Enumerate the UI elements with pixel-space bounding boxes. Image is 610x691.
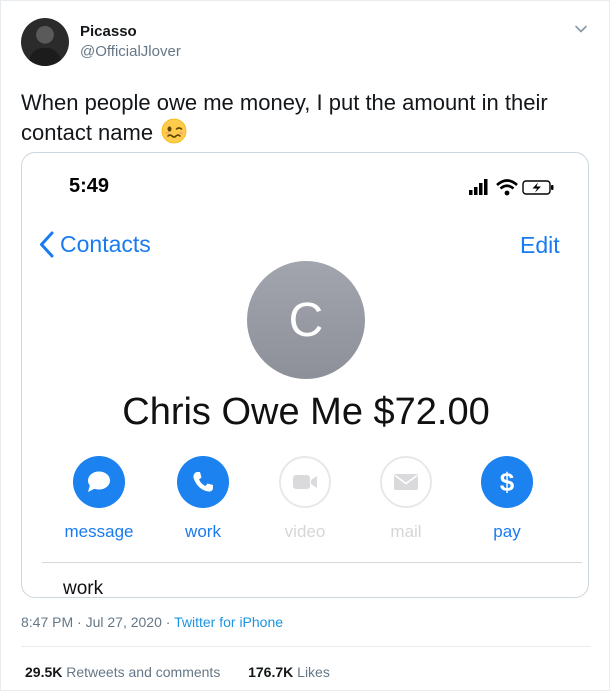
action-work-call[interactable]: work — [158, 456, 248, 542]
woozy-face-emoji-icon — [161, 118, 187, 144]
mail-envelope-icon — [380, 456, 432, 508]
video-camera-icon — [279, 456, 331, 508]
action-video: video — [260, 456, 350, 542]
action-pay[interactable]: $ pay — [462, 456, 552, 542]
author-avatar[interactable] — [21, 18, 69, 66]
action-mail: mail — [361, 456, 451, 542]
contact-name: Chris Owe Me $72.00 — [122, 391, 490, 433]
tweet-timestamp: 8:47 PM · Jul 27, 2020 · Twitter for iPh… — [21, 614, 284, 630]
tweet-card: Picasso @OfficialJlover When people owe … — [0, 0, 610, 691]
back-label: Contacts — [60, 230, 151, 257]
wifi-icon — [496, 179, 518, 196]
action-label: work — [185, 522, 221, 541]
section-divider — [42, 562, 582, 563]
signal-icon — [469, 179, 488, 195]
chevron-left-icon — [40, 231, 54, 257]
edit-button[interactable]: Edit — [520, 232, 560, 259]
message-bubble-icon — [73, 456, 125, 508]
tweet-time-link[interactable]: 8:47 PM · Jul 27, 2020 — [21, 614, 162, 630]
tweet-text: When people owe me money, I put the amou… — [21, 88, 591, 148]
tweet-source-link[interactable]: Twitter for iPhone — [174, 614, 283, 630]
status-time: 5:49 — [69, 175, 110, 197]
action-label: mail — [390, 522, 422, 541]
likes-link[interactable]: 176.7K Likes — [248, 664, 330, 680]
action-message[interactable]: message — [54, 456, 144, 542]
phone-icon — [177, 456, 229, 508]
back-to-contacts[interactable]: Contacts — [39, 227, 151, 261]
action-label: message — [64, 522, 134, 541]
contact-avatar: C — [247, 261, 365, 379]
phone-section-label: work — [63, 578, 104, 598]
dollar-icon: $ — [481, 456, 533, 508]
author-handle[interactable]: @OfficialJlover — [80, 43, 181, 60]
contact-initial: C — [288, 293, 324, 347]
tweet-stats: 29.5K Retweets and comments 176.7K Likes — [25, 664, 330, 680]
tweet-body: When people owe me money, I put the amou… — [21, 90, 548, 145]
action-label: pay — [493, 522, 521, 541]
author-display-name[interactable]: Picasso — [80, 23, 137, 40]
chevron-down-icon[interactable] — [573, 21, 589, 37]
battery-charging-icon — [522, 180, 554, 195]
status-bar-icons — [469, 179, 554, 196]
attached-screenshot[interactable]: 5:49 Contacts Edit C Chris Owe Me $72.00… — [21, 152, 589, 598]
stats-divider — [21, 646, 591, 647]
retweets-link[interactable]: 29.5K Retweets and comments — [25, 664, 220, 680]
action-label: video — [284, 522, 326, 541]
